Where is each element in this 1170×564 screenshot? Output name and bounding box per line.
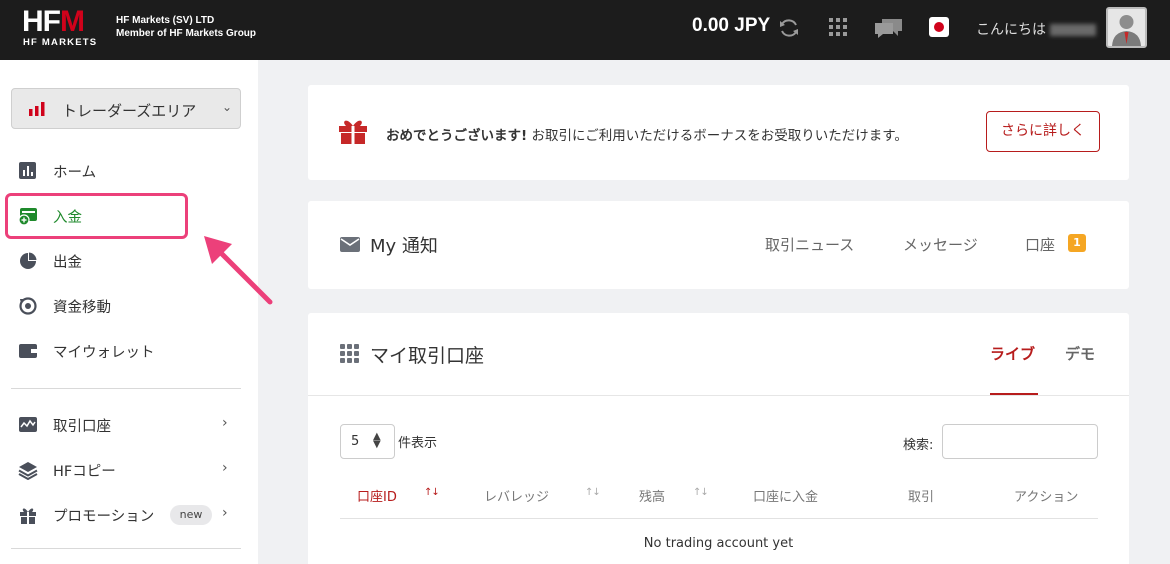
japan-flag-icon[interactable]: [929, 17, 949, 37]
column-deposit: 口座に入金: [753, 490, 819, 505]
sidebar: トレーダーズエリア ⌄ ホーム 入金 出金 資金移動 マイウォレット 取引口座 …: [0, 60, 258, 564]
gift-icon: [339, 120, 367, 144]
trading-accounts-title: マイ取引口座: [370, 345, 485, 367]
sidebar-item-hf-copy[interactable]: HFコピー ›: [18, 458, 243, 482]
chevron-right-icon: ›: [222, 415, 228, 431]
top-bar: HFM HF MARKETS HF Markets (SV) LTD Membe…: [0, 0, 1170, 60]
hfm-logo[interactable]: HFM HF MARKETS: [22, 7, 108, 49]
greeting: こんにちは: [976, 19, 1096, 39]
search-label: 検索:: [903, 438, 934, 453]
pointer-arrow-icon: [204, 236, 273, 305]
card-divider: [308, 395, 1129, 396]
page-length-label: 件表示: [398, 436, 438, 451]
chat-icon[interactable]: [874, 17, 904, 39]
avatar-silhouette-icon: [1112, 15, 1141, 46]
pie-chart-icon: [20, 252, 37, 269]
sort-icon[interactable]: ↑↓: [693, 487, 709, 498]
account-count-badge: 1: [1068, 234, 1086, 252]
user-name-blurred: [1050, 24, 1096, 36]
learn-more-button[interactable]: さらに詳しく: [986, 111, 1100, 152]
deposit-highlight-box: [5, 193, 188, 239]
sidebar-item-home[interactable]: ホーム: [18, 159, 243, 183]
mail-icon: [340, 237, 360, 252]
bar-chart-icon: [19, 162, 36, 179]
sort-icon[interactable]: ↑↓: [424, 487, 440, 498]
tab-messages[interactable]: メッセージ: [903, 234, 978, 255]
user-avatar[interactable]: [1106, 7, 1147, 48]
apps-grid-icon: [340, 344, 359, 363]
table-header-divider: [340, 518, 1098, 519]
apps-grid-icon[interactable]: [829, 18, 847, 36]
layers-icon: [18, 462, 38, 480]
chevron-right-icon: ›: [222, 505, 228, 521]
sidebar-divider: [11, 548, 241, 549]
sidebar-item-wallet[interactable]: マイウォレット: [18, 339, 243, 363]
column-trade: 取引: [908, 490, 935, 505]
tab-live[interactable]: ライブ: [990, 343, 1035, 364]
column-account-id[interactable]: 口座ID: [357, 486, 397, 505]
sidebar-item-trading-accounts[interactable]: 取引口座 ›: [18, 413, 243, 437]
chevron-right-icon: ›: [222, 460, 228, 476]
tab-demo[interactable]: デモ: [1065, 343, 1095, 364]
traders-area-select[interactable]: トレーダーズエリア ⌄: [11, 88, 241, 129]
refresh-icon[interactable]: [778, 17, 800, 39]
new-badge: new: [170, 505, 212, 525]
sort-updown-icon: ▲ ▼: [373, 431, 381, 450]
wallet-icon: [19, 344, 37, 358]
tab-account[interactable]: 口座: [1025, 234, 1055, 255]
column-leverage[interactable]: レバレッジ: [484, 486, 549, 505]
notifications-title: My 通知: [370, 236, 438, 257]
sort-icon[interactable]: ↑↓: [585, 487, 601, 498]
gift-icon: [20, 508, 36, 524]
tab-trading-news[interactable]: 取引ニュース: [765, 234, 854, 255]
empty-table-message: No trading account yet: [643, 536, 794, 551]
column-balance[interactable]: 残高: [639, 486, 665, 505]
search-input[interactable]: [942, 424, 1098, 459]
trading-accounts-card: マイ取引口座 ライブ デモ 5 ▲ ▼ 件表示 検索: 口座ID ↑↓ レバレッジ…: [308, 313, 1129, 564]
column-actions: アクション: [1014, 490, 1079, 505]
company-info: HF Markets (SV) LTD Member of HF Markets…: [116, 15, 257, 39]
sidebar-divider: [11, 388, 241, 389]
transfer-icon: [19, 297, 37, 315]
bar-chart-icon: [29, 102, 45, 116]
chevron-down-icon: ⌄: [222, 100, 233, 114]
page-length-select[interactable]: 5 ▲ ▼: [340, 424, 395, 459]
balance-display: 0.00 JPY: [692, 15, 771, 36]
chart-line-icon: [19, 417, 37, 432]
notifications-card: My 通知 取引ニュース メッセージ 口座 1: [308, 201, 1129, 289]
bonus-banner: おめでとうございます! お取引にご利用いただけるボーナスをお受取りいただけます。…: [308, 85, 1129, 180]
sidebar-item-promotions[interactable]: プロモーション new ›: [18, 503, 243, 527]
